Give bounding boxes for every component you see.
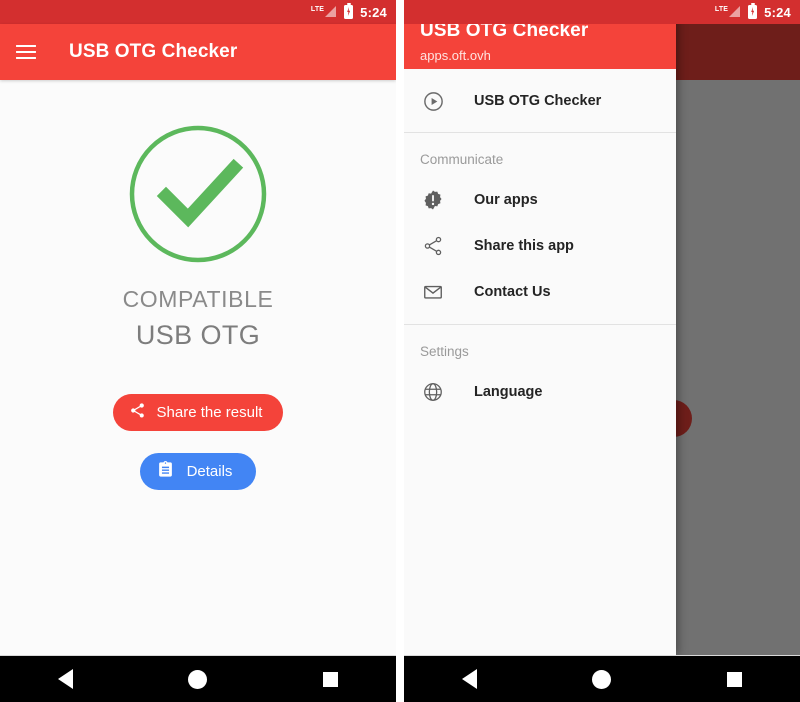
drawer-item-label: USB OTG Checker (474, 93, 602, 109)
share-icon (420, 233, 446, 259)
page-title: USB OTG Checker (69, 41, 238, 62)
drawer-item-language[interactable]: Language (404, 369, 676, 415)
network-label: LTE (714, 6, 729, 13)
left-phone-screen: LTE 5:24 USB OTG Checker COMPATIBLE USB … (0, 0, 396, 702)
system-nav-bar (0, 655, 396, 702)
network-indicator: LTE (310, 6, 337, 18)
back-triangle-icon[interactable] (461, 669, 477, 689)
network-indicator: LTE (714, 6, 741, 18)
app-bar: USB OTG Checker (0, 24, 396, 80)
signal-bars-icon (729, 6, 741, 17)
status-bar: LTE 5:24 (0, 0, 396, 24)
details-button[interactable]: Details (139, 453, 257, 490)
right-phone-screen: USB OTG Checker apps.oft.ovh USB OTG Che… (404, 0, 800, 702)
home-circle-icon[interactable] (188, 669, 208, 689)
globe-icon (420, 379, 446, 405)
screenshot-root: LTE 5:24 USB OTG Checker COMPATIBLE USB … (0, 0, 800, 702)
status-bar-clock: 5:24 (360, 4, 387, 20)
drawer-item-usb-otg-checker[interactable]: USB OTG Checker (404, 78, 676, 124)
envelope-icon (420, 279, 446, 305)
badge-alert-icon (420, 187, 446, 213)
battery-charging-icon (344, 3, 354, 19)
details-label: Details (186, 463, 233, 480)
drawer-subtitle: apps.oft.ovh (420, 48, 491, 63)
drawer-item-label: Share this app (474, 238, 574, 254)
network-label: LTE (310, 6, 325, 13)
status-bar-clock: 5:24 (764, 4, 791, 20)
drawer-group-communicate: Communicate Our apps Share this app Cont… (404, 133, 676, 324)
battery-charging-icon (748, 3, 758, 19)
main-content: COMPATIBLE USB OTG Share the result Deta… (0, 80, 396, 655)
home-circle-icon[interactable] (592, 669, 612, 689)
screen-divider (396, 0, 404, 702)
share-result-button[interactable]: Share the result (112, 394, 284, 431)
drawer-item-share-this-app[interactable]: Share this app (404, 223, 676, 269)
drawer-item-label: Our apps (474, 192, 538, 208)
drawer-item-contact-us[interactable]: Contact Us (404, 269, 676, 315)
share-icon (129, 402, 146, 423)
compatibility-status: COMPATIBLE (122, 286, 274, 312)
drawer-item-label: Contact Us (474, 284, 551, 300)
navigation-drawer: USB OTG Checker apps.oft.ovh USB OTG Che… (404, 0, 676, 655)
compatibility-subject: USB OTG (135, 320, 261, 350)
back-triangle-icon[interactable] (57, 669, 73, 689)
drawer-primary-section: USB OTG Checker (404, 69, 676, 132)
signal-bars-icon (325, 6, 337, 17)
drawer-group-title: Settings (420, 344, 469, 359)
drawer-group-settings: Settings Language (404, 325, 676, 424)
hamburger-menu-icon[interactable] (16, 44, 36, 60)
system-nav-bar (404, 655, 800, 702)
drawer-item-label: Language (474, 384, 543, 400)
recents-square-icon[interactable] (727, 671, 743, 687)
play-circle-icon (420, 88, 446, 114)
check-circle-icon (126, 122, 270, 266)
status-bar: LTE 5:24 (404, 0, 800, 24)
recents-square-icon[interactable] (323, 671, 339, 687)
drawer-item-our-apps[interactable]: Our apps (404, 177, 676, 223)
clipboard-icon (157, 461, 174, 482)
share-result-label: Share the result (156, 404, 263, 421)
drawer-group-title: Communicate (420, 152, 504, 167)
